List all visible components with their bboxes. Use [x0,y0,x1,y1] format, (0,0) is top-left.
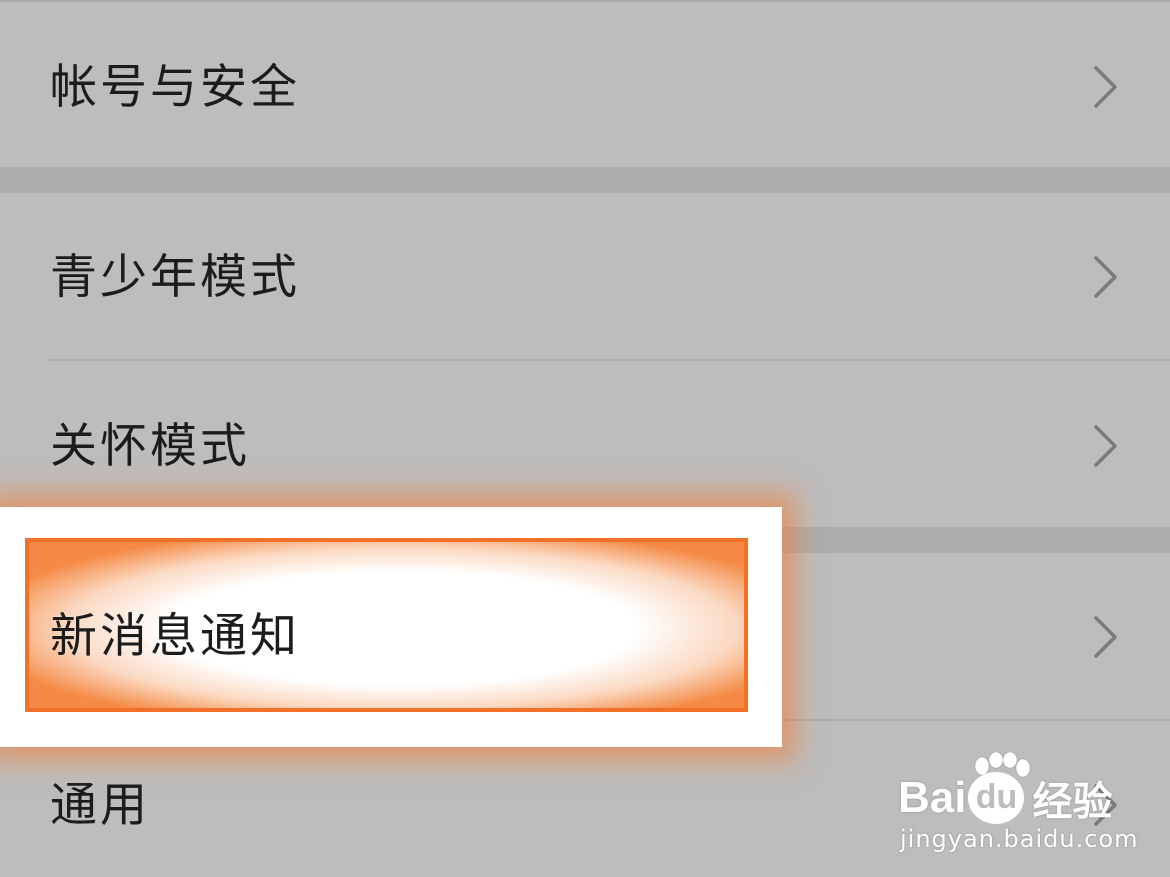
settings-item-account-security[interactable]: 帐号与安全 [0,2,1170,167]
watermark-brand-b: du [968,772,1025,824]
watermark-logo: Bai du 经验 [898,772,1113,825]
chevron-right-icon [1094,616,1117,658]
settings-item-label: 通用 [50,778,150,833]
settings-item-care-mode[interactable]: 关怀模式 [0,361,1170,527]
watermark-brand-cn: 经验 [1032,779,1113,825]
chevron-right-icon [1094,256,1117,298]
watermark-url: jingyan.baidu.com [900,825,1139,853]
settings-item-label: 帐号与安全 [50,60,300,115]
settings-item-label: 新消息通知 [50,609,300,664]
watermark-brand-a: Bai [898,773,967,822]
chevron-right-icon [1094,425,1117,467]
baidu-jingyan-watermark: Bai du 经验 jingyan.baidu.com [898,752,1158,857]
settings-item-teen-mode[interactable]: 青少年模式 [0,193,1170,359]
chevron-right-icon [1094,66,1117,108]
settings-item-label: 青少年模式 [50,250,300,305]
settings-screen: 帐号与安全 青少年模式 关怀模式 通用 新消息通知 Bai du 经验 jing… [0,0,1170,877]
settings-item-label: 关怀模式 [50,419,250,474]
section-gap [0,167,1170,193]
